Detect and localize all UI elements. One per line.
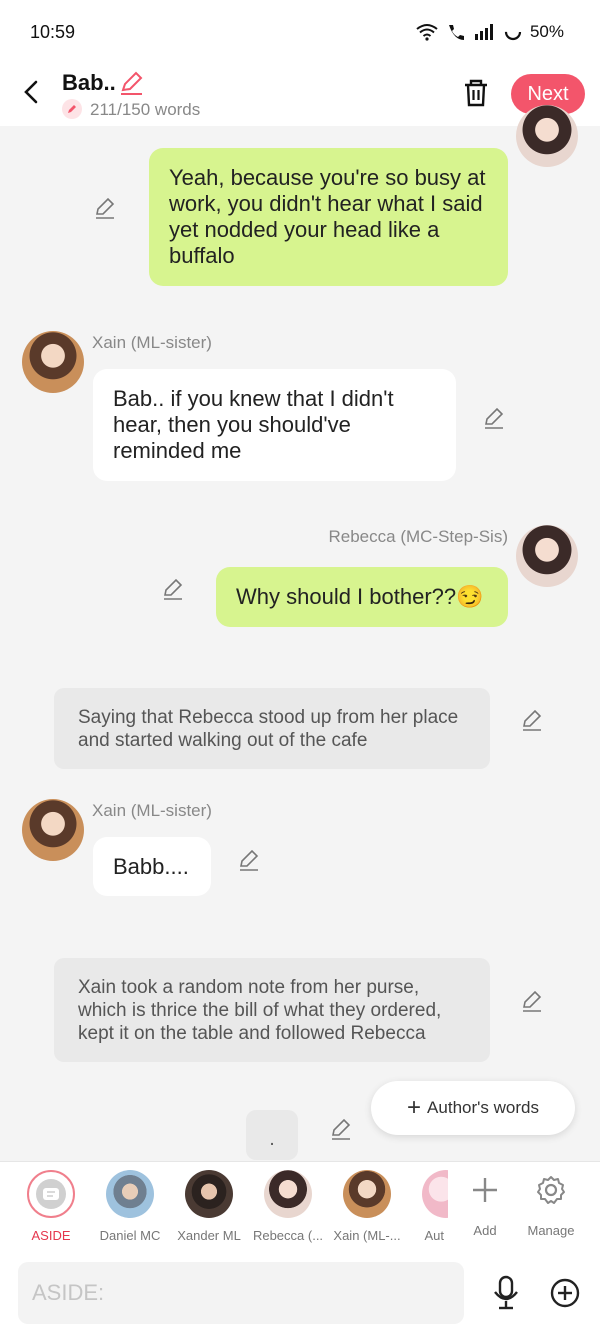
edit-icon[interactable] <box>161 577 185 601</box>
sender-name: Rebecca (MC-Step-Sis) <box>328 527 509 546</box>
avatar <box>343 1170 391 1218</box>
aside-bubble[interactable]: Xain took a random note from her purse, … <box>54 958 490 1062</box>
character-label: Aut <box>424 1228 444 1243</box>
character-rebecca[interactable]: Rebecca (... <box>248 1170 328 1243</box>
plus-icon <box>473 1178 497 1202</box>
message-input[interactable] <box>18 1262 464 1324</box>
word-count: 211/150 words <box>90 100 201 119</box>
status-icons: 50% <box>416 22 564 42</box>
edit-title-icon[interactable] <box>118 70 144 96</box>
edit-icon[interactable] <box>520 708 544 732</box>
aside-bubble[interactable]: . <box>246 1110 298 1160</box>
status-time: 10:59 <box>30 22 76 42</box>
chapter-title: Bab.. <box>62 70 116 95</box>
avatar-rebecca[interactable] <box>516 105 578 167</box>
status-bar: 10:59 50% <box>0 0 600 62</box>
avatar-rebecca[interactable] <box>516 525 578 587</box>
character-aside[interactable]: ASIDE <box>11 1170 91 1243</box>
character-author[interactable]: Aut <box>406 1170 448 1243</box>
avatar-xain[interactable] <box>22 331 84 393</box>
manage-button[interactable]: Manage <box>511 1170 591 1238</box>
character-daniel[interactable]: Daniel MC <box>90 1170 170 1243</box>
avatar <box>264 1170 312 1218</box>
avatar-xain[interactable] <box>22 799 84 861</box>
sender-name: Xain (ML-sister) <box>92 333 212 352</box>
wifi-icon <box>416 24 438 41</box>
message-bubble[interactable]: Why should I bother??😏 <box>216 567 508 627</box>
aside-icon <box>27 1170 75 1218</box>
input-bar <box>0 1252 600 1333</box>
edit-icon[interactable] <box>482 406 506 430</box>
authors-words-label: Author's words <box>427 1098 539 1117</box>
back-arrow-icon[interactable] <box>18 76 46 108</box>
message-bubble[interactable]: Yeah, because you're so busy at work, yo… <box>149 148 508 286</box>
character-label: ASIDE <box>31 1228 71 1243</box>
message-bubble[interactable]: Babb.... <box>93 837 211 896</box>
microphone-icon[interactable] <box>490 1274 522 1312</box>
pencil-icon <box>62 99 82 119</box>
wifi-call-icon <box>448 25 464 40</box>
avatar <box>185 1170 233 1218</box>
edit-icon[interactable] <box>329 1117 353 1141</box>
add-circle-icon[interactable] <box>549 1277 581 1309</box>
character-label: Daniel MC <box>99 1228 161 1243</box>
battery-percent: 50% <box>529 22 564 41</box>
character-label: Xain (ML-... <box>333 1228 401 1243</box>
edit-icon[interactable] <box>93 196 117 220</box>
character-xain[interactable]: Xain (ML-... <box>327 1170 407 1243</box>
edit-icon[interactable] <box>520 989 544 1013</box>
chat-header: Bab.. 211/150 words Next <box>0 62 600 126</box>
plus-icon: + <box>407 1094 422 1121</box>
gear-icon <box>537 1176 565 1204</box>
message-bubble[interactable]: Bab.. if you knew that I didn't hear, th… <box>93 369 456 481</box>
sender-name: Xain (ML-sister) <box>92 801 212 820</box>
manage-label: Manage <box>527 1223 575 1238</box>
character-bar: ASIDE Daniel MC Xander ML Rebecca (... X… <box>0 1161 600 1252</box>
battery-icon <box>504 23 522 41</box>
signal-icon <box>474 24 493 40</box>
character-xander[interactable]: Xander ML <box>169 1170 249 1243</box>
edit-icon[interactable] <box>237 848 261 872</box>
character-label: Rebecca (... <box>252 1228 324 1243</box>
avatar <box>106 1170 154 1218</box>
trash-icon[interactable] <box>460 76 492 110</box>
character-label: Xander ML <box>177 1228 241 1243</box>
authors-words-button[interactable]: + Author's words <box>371 1081 575 1135</box>
aside-bubble[interactable]: Saying that Rebecca stood up from her pl… <box>54 688 490 769</box>
